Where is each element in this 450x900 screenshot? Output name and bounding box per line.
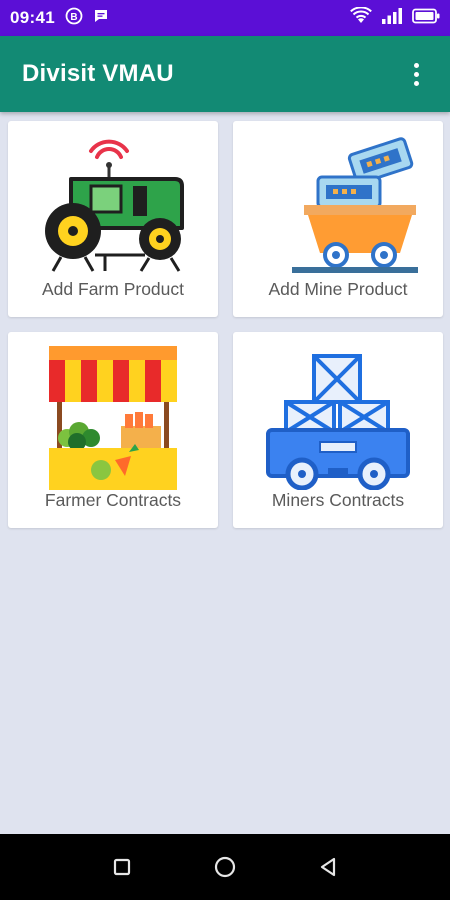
add-farm-product-card[interactable]: Add Farm Product <box>8 121 218 317</box>
app-title: Divisit VMAU <box>22 60 174 87</box>
svg-text:B: B <box>70 12 77 23</box>
b-circle-notification-icon: B <box>65 7 83 30</box>
farmer-contracts-label: Farmer Contracts <box>44 490 182 510</box>
cargo-truck-icon <box>266 354 410 490</box>
app-bar: Divisit VMAU <box>0 36 450 112</box>
back-icon[interactable] <box>308 847 348 887</box>
status-time: 09:41 <box>10 8 55 27</box>
add-farm-product-label: Add Farm Product <box>42 279 184 299</box>
farmer-contracts-card[interactable]: Farmer Contracts <box>8 332 218 528</box>
home-icon[interactable] <box>205 847 245 887</box>
signal-icon <box>381 7 403 30</box>
wifi-icon <box>350 5 372 30</box>
tractor-icon <box>45 139 184 272</box>
add-mine-product-label: Add Mine Product <box>268 279 408 299</box>
message-notification-icon <box>93 8 109 29</box>
mine-cart-icon <box>292 137 418 273</box>
market-stall-icon <box>49 346 177 490</box>
miners-contracts-card[interactable]: Miners Contracts <box>233 332 443 528</box>
more-vertical-icon[interactable] <box>404 54 428 94</box>
miners-contracts-label: Miners Contracts <box>271 490 405 510</box>
battery-icon <box>412 8 440 29</box>
recent-apps-icon[interactable] <box>102 847 142 887</box>
system-nav-bar <box>0 834 450 900</box>
add-mine-product-card[interactable]: Add Mine Product <box>233 121 443 317</box>
status-bar: 09:41 B <box>0 0 450 36</box>
